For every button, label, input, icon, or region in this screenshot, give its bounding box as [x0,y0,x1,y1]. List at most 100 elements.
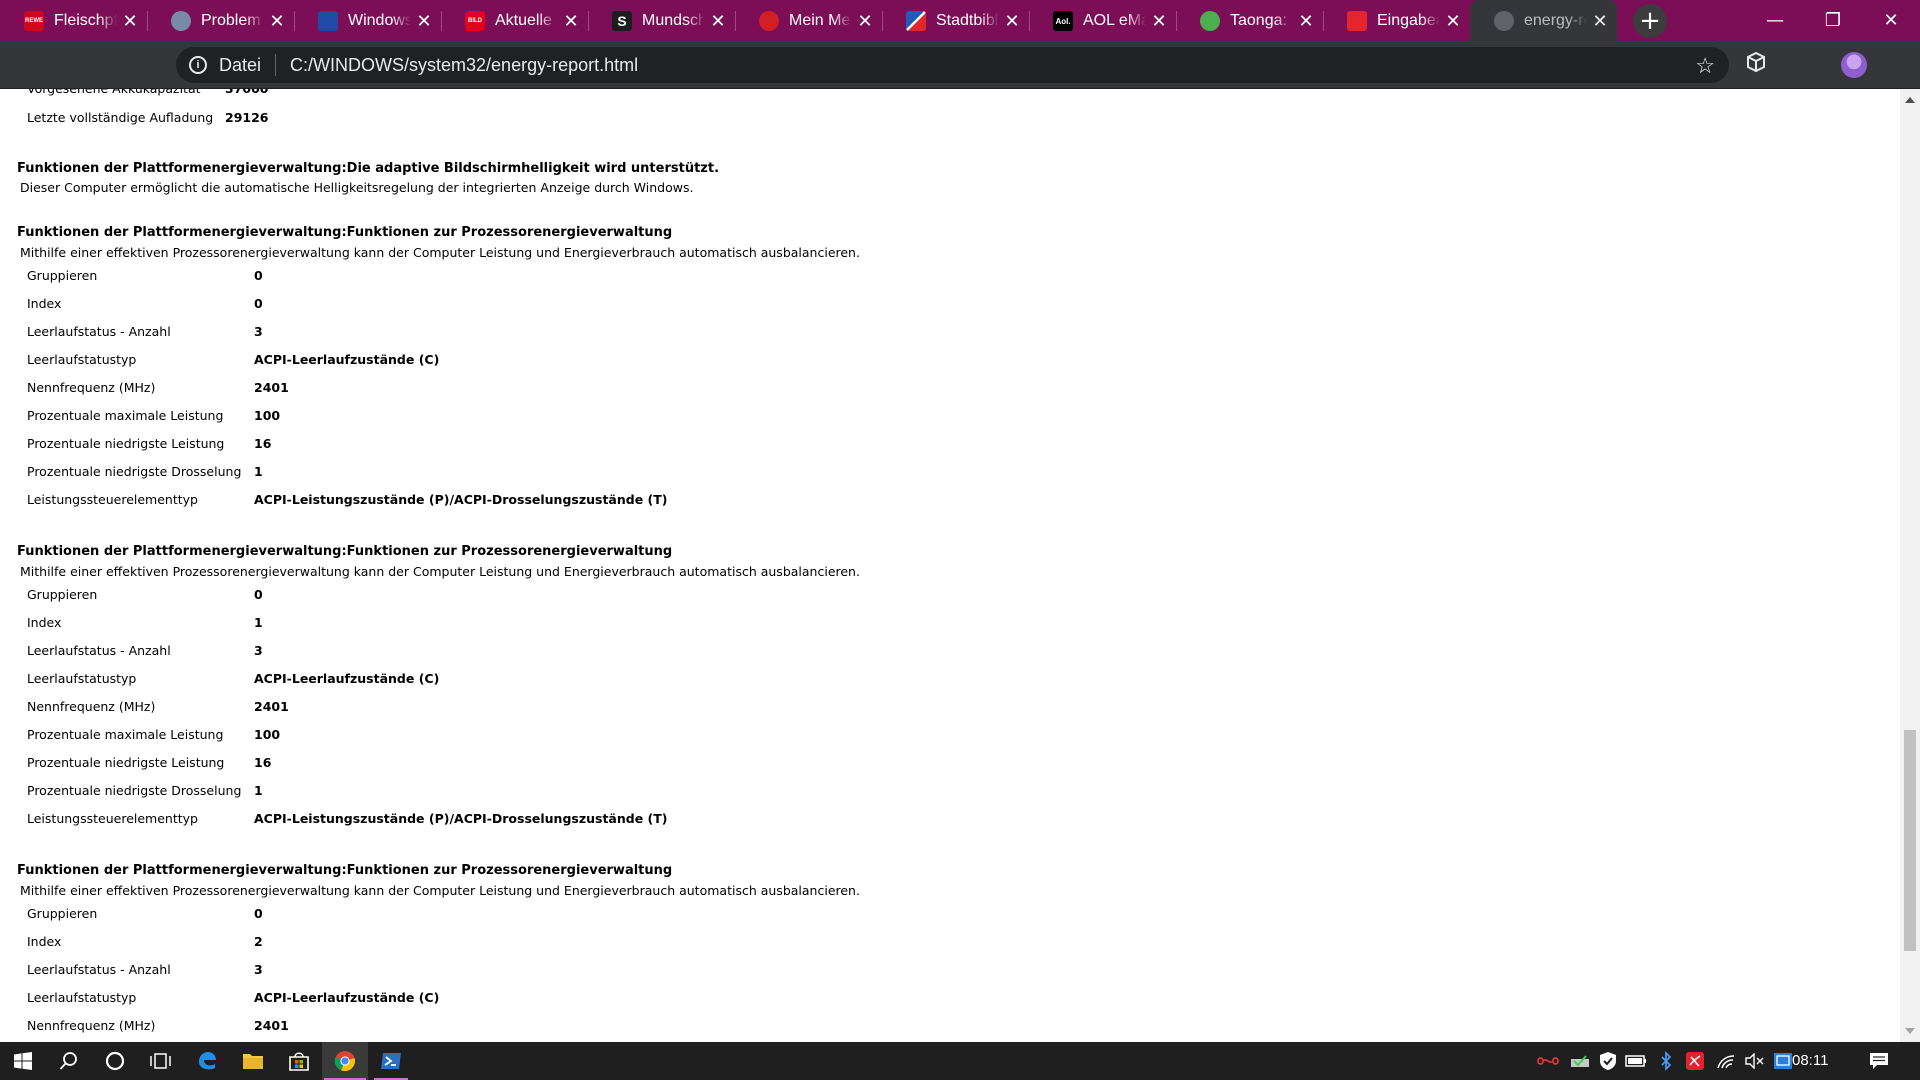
infinity-tray-icon[interactable] [1535,1042,1561,1080]
chrome-icon [334,1051,355,1072]
tab-7[interactable]: Aol. AOL eMail ✕ [1029,0,1176,42]
notifications-icon[interactable] [1866,1042,1892,1080]
row-label: Prozentuale niedrigste Drosselung [27,464,242,479]
page-content: Vorgesehene Akkukapazität 37000 Letzte v… [0,89,1900,1042]
profile-avatar[interactable] [1841,52,1867,78]
section-description: Mithilfe einer effektiven Prozessorenerg… [20,564,860,579]
powershell-taskbar-button[interactable] [368,1042,414,1080]
tab-9[interactable]: Eingabeau ✕ [1323,0,1470,42]
row-label: Leerlaufstatustyp [27,352,137,367]
tab-title: Windows: [348,12,411,29]
tab-1[interactable]: Problem b ✕ [147,0,294,42]
news-icon: BILD [465,11,485,31]
scroll-up-icon[interactable] [1905,97,1915,103]
row-label: Leerlaufstatus - Anzahl [27,324,171,339]
tab-8[interactable]: Taonga: st ✕ [1176,0,1323,42]
row-label: Prozentuale niedrigste Leistung [27,436,225,451]
task-view-button[interactable] [138,1042,184,1080]
tab-6[interactable]: Stadtbiblio ✕ [882,0,1029,42]
row-label: Gruppieren [27,906,98,921]
tab-2[interactable]: Windows: ✕ [294,0,441,42]
cortana-button[interactable] [92,1042,138,1080]
close-icon[interactable]: ✕ [268,11,286,32]
tab-5[interactable]: Mein Merl ✕ [735,0,882,42]
close-icon[interactable]: ✕ [1003,11,1021,32]
search-button[interactable] [46,1042,92,1080]
star-icon[interactable]: ☆ [1695,53,1715,79]
tab-10[interactable]: energy-rep ✕ [1470,0,1617,42]
chrome-taskbar-button[interactable] [322,1042,368,1080]
globe-icon [171,11,191,31]
row-value: 100 [254,727,281,742]
tab-title: Taonga: st [1230,12,1293,29]
row-label: Index [27,934,62,949]
row-value: 3 [254,643,263,658]
wifi-icon[interactable] [1714,1042,1738,1080]
tab-3[interactable]: BILD Aktuelle N ✕ [441,0,588,42]
volume-muted-icon[interactable] [1744,1042,1766,1080]
row-label: Prozentuale maximale Leistung [27,408,224,423]
tab-title: Eingabeau [1377,12,1440,29]
row-value: 29126 [225,110,269,125]
site-chip[interactable]: Datei [219,55,261,76]
row-value: ACPI-Leistungszustände (P)/ACPI-Drosselu… [254,492,668,507]
taonga-icon [1200,11,1220,31]
new-tab-button[interactable]: + [1633,4,1667,38]
tab-title: Mundschu [642,12,705,29]
row-label: Prozentuale niedrigste Drosselung [27,783,242,798]
vertical-scrollbar[interactable] [1900,89,1920,1042]
close-icon[interactable]: ✕ [1591,11,1609,32]
close-icon[interactable]: ✕ [1444,11,1462,32]
address-bar[interactable]: i Datei C:/WINDOWS/system32/energy-repor… [176,47,1729,83]
info-icon[interactable]: i [189,56,207,74]
adobe-tray-icon[interactable] [1684,1042,1706,1080]
extension-cube-icon[interactable] [1745,51,1767,78]
close-icon[interactable]: ✕ [1150,11,1168,32]
security-shield-icon[interactable] [1596,1042,1620,1080]
scroll-down-icon[interactable] [1905,1028,1915,1034]
tab-title: Fleischpfla [54,12,117,29]
globe-icon [1494,11,1514,31]
battery-tray-icon[interactable] [1624,1042,1648,1080]
rewe-icon: REWE [24,11,44,31]
close-icon[interactable]: ✕ [709,11,727,32]
tab-0[interactable]: REWE Fleischpfla ✕ [0,0,147,42]
drive-tray-icon[interactable] [1568,1042,1592,1080]
close-window-icon[interactable]: ✕ [1862,0,1920,40]
input-language-icon[interactable] [1772,1042,1794,1080]
url-text[interactable]: C:/WINDOWS/system32/energy-report.html [290,55,638,76]
eingabe-icon [1347,11,1367,31]
restore-icon[interactable]: ❐ [1804,0,1862,40]
start-button[interactable] [0,1042,46,1080]
close-icon[interactable]: ✕ [562,11,580,32]
edge-taskbar-button[interactable] [184,1042,230,1080]
close-icon[interactable]: ✕ [415,11,433,32]
clock[interactable]: 08:11 [1792,1042,1828,1080]
row-label: Nennfrequenz (MHz) [27,380,156,395]
row-value: 100 [254,408,281,423]
row-value: 1 [254,615,263,630]
section-heading: Funktionen der Plattformenergieverwaltun… [17,161,720,176]
row-value: 37000 [225,89,269,98]
row-value: 2401 [254,699,289,714]
row-label: Leerlaufstatus - Anzahl [27,643,171,658]
row-value: 2 [254,934,263,949]
row-value: 2401 [254,380,289,395]
section-description: Mithilfe einer effektiven Prozessorenerg… [20,245,860,260]
scroll-thumb[interactable] [1904,730,1916,951]
row-value: 1 [254,464,263,479]
row-label: Nennfrequenz (MHz) [27,1018,156,1033]
row-value: ACPI-Leerlaufzustände (C) [254,990,440,1005]
close-icon[interactable]: ✕ [121,11,139,32]
tab-4[interactable]: S Mundschu ✕ [588,0,735,42]
row-value: 0 [254,268,263,283]
close-icon[interactable]: ✕ [1297,11,1315,32]
section-description: Dieser Computer ermöglicht die automatis… [20,180,694,195]
store-taskbar-button[interactable] [276,1042,322,1080]
minimize-icon[interactable]: — [1746,0,1804,40]
bluetooth-icon[interactable] [1656,1042,1676,1080]
explorer-taskbar-button[interactable] [230,1042,276,1080]
task-view-icon [150,1053,171,1069]
edge-icon [199,1052,216,1070]
close-icon[interactable]: ✕ [856,11,874,32]
